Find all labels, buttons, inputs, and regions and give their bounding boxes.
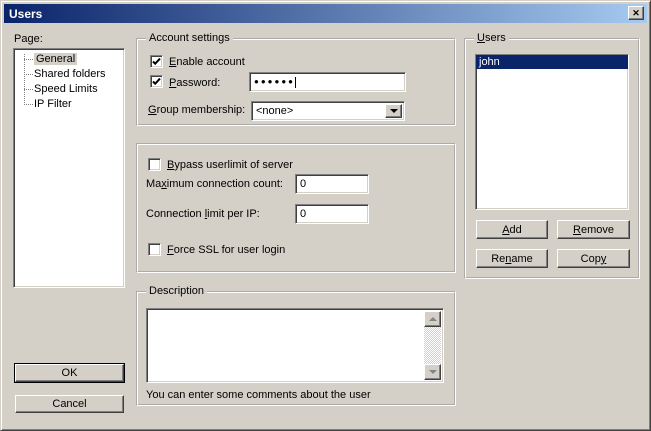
combo-dropdown-button[interactable] <box>385 104 402 118</box>
users-group-title: Users <box>474 32 509 44</box>
group-membership-select[interactable]: <none> <box>251 101 405 121</box>
arrow-down-icon <box>429 370 437 378</box>
remove-button[interactable]: Remove <box>557 220 630 239</box>
close-icon: ✕ <box>632 9 640 18</box>
account-settings-group: Account settings Enable account Password… <box>136 38 456 126</box>
bypass-userlimit-checkbox[interactable] <box>148 158 161 171</box>
page-tree: General Shared folders Speed Limits IP F… <box>13 48 125 288</box>
users-dialog: Users ✕ Page: General Shared folders Spe… <box>0 0 651 431</box>
force-ssl-label: Force SSL for user login <box>167 244 285 256</box>
page-item-general[interactable]: General <box>24 52 124 67</box>
force-ssl-checkbox[interactable] <box>148 243 161 256</box>
group-membership-value: <none> <box>256 105 293 117</box>
description-scrollbar <box>424 311 441 380</box>
add-button[interactable]: Add <box>476 220 548 239</box>
check-icon <box>151 76 162 87</box>
max-connection-count-input[interactable]: 0 <box>295 174 369 194</box>
bypass-userlimit-label: Bypass userlimit of server <box>167 159 293 171</box>
password-value: ●●●●●● <box>254 78 295 86</box>
max-connection-count-value: 0 <box>300 178 306 190</box>
scroll-down-button[interactable] <box>424 364 441 380</box>
description-group: Description You can enter some comments … <box>136 291 456 406</box>
password-input[interactable]: ●●●●●● <box>249 72 406 92</box>
page-item-label: Shared folders <box>34 68 106 80</box>
user-list-item[interactable]: john <box>476 55 628 69</box>
page-item-label: General <box>34 53 77 65</box>
chevron-down-icon <box>390 109 398 117</box>
account-settings-title: Account settings <box>146 32 233 44</box>
connection-limit-per-ip-label: Connection limit per IP: <box>146 208 260 220</box>
text-caret <box>295 77 296 88</box>
title-bar[interactable]: Users ✕ <box>4 4 647 23</box>
page-item-label: IP Filter <box>34 98 72 110</box>
ok-button[interactable]: OK <box>15 364 124 382</box>
cancel-button[interactable]: Cancel <box>15 395 124 413</box>
enable-account-label: Enable account <box>169 56 245 68</box>
max-connection-count-label: Maximum connection count: <box>146 178 283 190</box>
rename-button[interactable]: Rename <box>476 249 548 268</box>
description-title: Description <box>146 285 207 297</box>
connection-limit-per-ip-value: 0 <box>300 208 306 220</box>
enable-account-checkbox[interactable] <box>150 55 163 68</box>
limits-group: Bypass userlimit of server Maximum conne… <box>136 143 456 273</box>
group-membership-label: Group membership: <box>148 104 245 116</box>
password-label: Password: <box>169 77 220 89</box>
password-checkbox[interactable] <box>150 75 163 88</box>
window-title: Users <box>9 7 42 21</box>
connection-limit-per-ip-input[interactable]: 0 <box>295 204 369 224</box>
description-textarea[interactable] <box>146 308 444 383</box>
users-listbox[interactable]: john <box>475 54 629 210</box>
page-item-ip-filter[interactable]: IP Filter <box>24 97 124 112</box>
scroll-up-button[interactable] <box>424 311 441 327</box>
description-hint: You can enter some comments about the us… <box>146 389 371 401</box>
page-label: Page: <box>14 33 43 45</box>
users-group: Users john Add Remove Rename Copy <box>464 38 640 279</box>
page-item-label: Speed Limits <box>34 83 98 95</box>
page-item-shared-folders[interactable]: Shared folders <box>24 67 124 82</box>
check-icon <box>151 56 162 67</box>
close-button[interactable]: ✕ <box>628 6 644 20</box>
copy-button[interactable]: Copy <box>557 249 630 268</box>
arrow-up-icon <box>429 313 437 321</box>
page-item-speed-limits[interactable]: Speed Limits <box>24 82 124 97</box>
